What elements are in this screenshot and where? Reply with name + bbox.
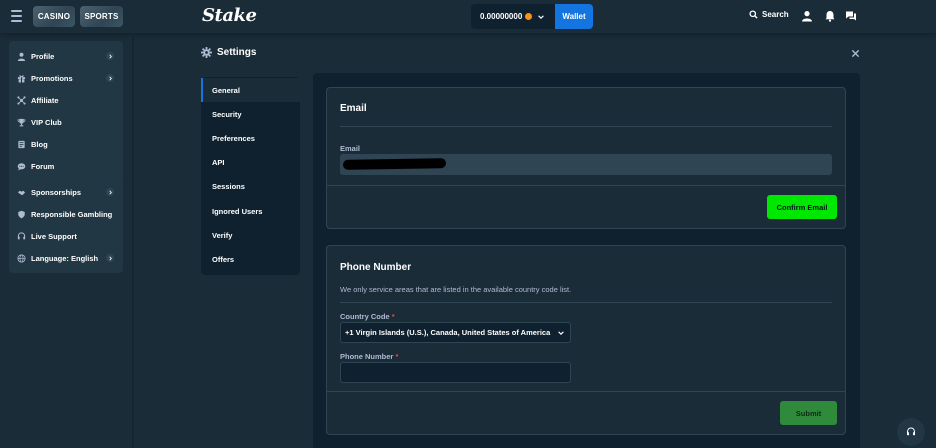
nav-item-label: Forum [31, 161, 55, 171]
top-bar: CASINO SPORTS Stake 0.00000000 Wallet Se… [0, 0, 936, 33]
email-card-title: Email [340, 103, 367, 114]
tab-verify[interactable]: Verify [201, 223, 300, 247]
shield-icon [18, 210, 25, 218]
divider [327, 185, 845, 186]
divider [327, 391, 845, 392]
required-mark: * [395, 352, 399, 361]
chevron-right-icon [106, 74, 114, 82]
nav-item-blog[interactable]: Blog [9, 133, 123, 155]
nav-item-label: Responsible Gambling [31, 209, 113, 219]
stake-logo[interactable]: Stake [202, 5, 257, 26]
tab-preferences[interactable]: Preferences [201, 126, 300, 150]
submit-button[interactable]: Submit [780, 401, 837, 425]
phone-number-label: Phone Number * [340, 352, 398, 361]
forum-icon [17, 162, 26, 170]
blog-icon [18, 140, 25, 148]
email-card: Email Email Confirm Email [326, 87, 846, 229]
chevron-down-icon [538, 14, 545, 19]
confirm-email-button[interactable]: Confirm Email [767, 195, 837, 219]
tab-general[interactable]: General [201, 78, 300, 103]
nav-item-profile[interactable]: Profile [9, 45, 123, 67]
nav-item-responsible-gambling[interactable]: Responsible Gambling [9, 203, 123, 225]
headset-icon [906, 427, 916, 436]
nav-item-live-support[interactable]: Live Support [9, 225, 123, 247]
country-code-label-text: Country Code [340, 312, 390, 321]
required-mark: * [391, 312, 395, 321]
nav-item-label: Promotions [31, 73, 73, 83]
email-field[interactable] [340, 154, 832, 175]
redacted-email [342, 158, 447, 170]
gear-icon [201, 47, 212, 58]
live-support-button[interactable] [897, 418, 925, 446]
email-field-label: Email [340, 144, 361, 153]
gift-icon [17, 74, 26, 83]
country-code-value: +1 Virgin Islands (U.S.), Canada, United… [345, 328, 551, 337]
sponsorship-icon [17, 190, 26, 195]
settings-header: Settings [201, 47, 256, 58]
user-icon [17, 52, 26, 61]
nav-group-main: Profile Promotions Affiliate VIP Club Bl… [9, 41, 123, 181]
settings-content: Email Email Confirm Email Phone Number W… [313, 73, 860, 448]
bitcoin-icon [525, 13, 533, 20]
sports-button[interactable]: SPORTS [80, 6, 123, 27]
tab-api[interactable]: API [201, 151, 300, 175]
close-icon[interactable] [851, 49, 860, 58]
trophy-icon [17, 118, 26, 126]
globe-icon [17, 253, 26, 263]
user-icon[interactable] [801, 10, 813, 22]
sidebar-divider [132, 33, 134, 448]
country-code-select[interactable]: +1 Virgin Islands (U.S.), Canada, United… [340, 322, 571, 343]
tab-sessions[interactable]: Sessions [201, 175, 300, 199]
chevron-right-icon [106, 254, 114, 262]
chat-icon[interactable] [845, 10, 857, 22]
nav-item-promotions[interactable]: Promotions [9, 67, 123, 89]
casino-button[interactable]: CASINO [33, 6, 75, 27]
nav-item-label: Profile [31, 51, 55, 61]
nav-item-label: VIP Club [31, 117, 62, 127]
chevron-down-icon [558, 331, 564, 335]
page-title: Settings [217, 47, 257, 58]
divider [340, 126, 832, 127]
search-icon [749, 10, 758, 19]
nav-item-label: Live Support [31, 231, 77, 241]
settings-tabs: General Security Preferences API Session… [201, 77, 300, 275]
tab-offers[interactable]: Offers [201, 247, 300, 271]
nav-item-label: Sponsorships [31, 187, 82, 197]
tab-ignored-users[interactable]: Ignored Users [201, 199, 300, 223]
phone-card: Phone Number We only service areas that … [326, 245, 846, 435]
divider [340, 302, 832, 303]
nav-item-label: Affiliate [31, 95, 59, 105]
menu-icon[interactable] [11, 10, 22, 22]
bell-icon[interactable] [824, 10, 836, 22]
phone-hint: We only service areas that are listed in… [340, 285, 572, 294]
nav-item-vip-club[interactable]: VIP Club [9, 111, 123, 133]
nav-item-language[interactable]: Language: English [9, 247, 123, 269]
nav-group-secondary: Sponsorships Responsible Gambling Live S… [9, 177, 123, 273]
chevron-right-icon [106, 52, 114, 60]
nav-item-label: Blog [31, 139, 48, 149]
nav-item-sponsorships[interactable]: Sponsorships [9, 181, 123, 203]
search-button[interactable]: Search [749, 10, 789, 19]
wallet-button[interactable]: Wallet [555, 4, 593, 29]
phone-number-label-text: Phone Number [340, 352, 394, 361]
nav-item-affiliate[interactable]: Affiliate [9, 89, 123, 111]
balance-selector[interactable]: 0.00000000 [471, 4, 555, 29]
balance-amount: 0.00000000 [480, 12, 523, 21]
nav-item-forum[interactable]: Forum [9, 155, 123, 177]
phone-number-input[interactable] [340, 362, 571, 383]
search-label: Search [762, 10, 789, 19]
nav-item-label: Language: English [31, 253, 99, 263]
country-code-label: Country Code * [340, 312, 395, 321]
chevron-right-icon [106, 188, 114, 196]
phone-card-title: Phone Number [340, 262, 412, 273]
affiliate-icon [17, 95, 26, 105]
headset-icon [17, 231, 26, 239]
tab-security[interactable]: Security [201, 102, 300, 126]
